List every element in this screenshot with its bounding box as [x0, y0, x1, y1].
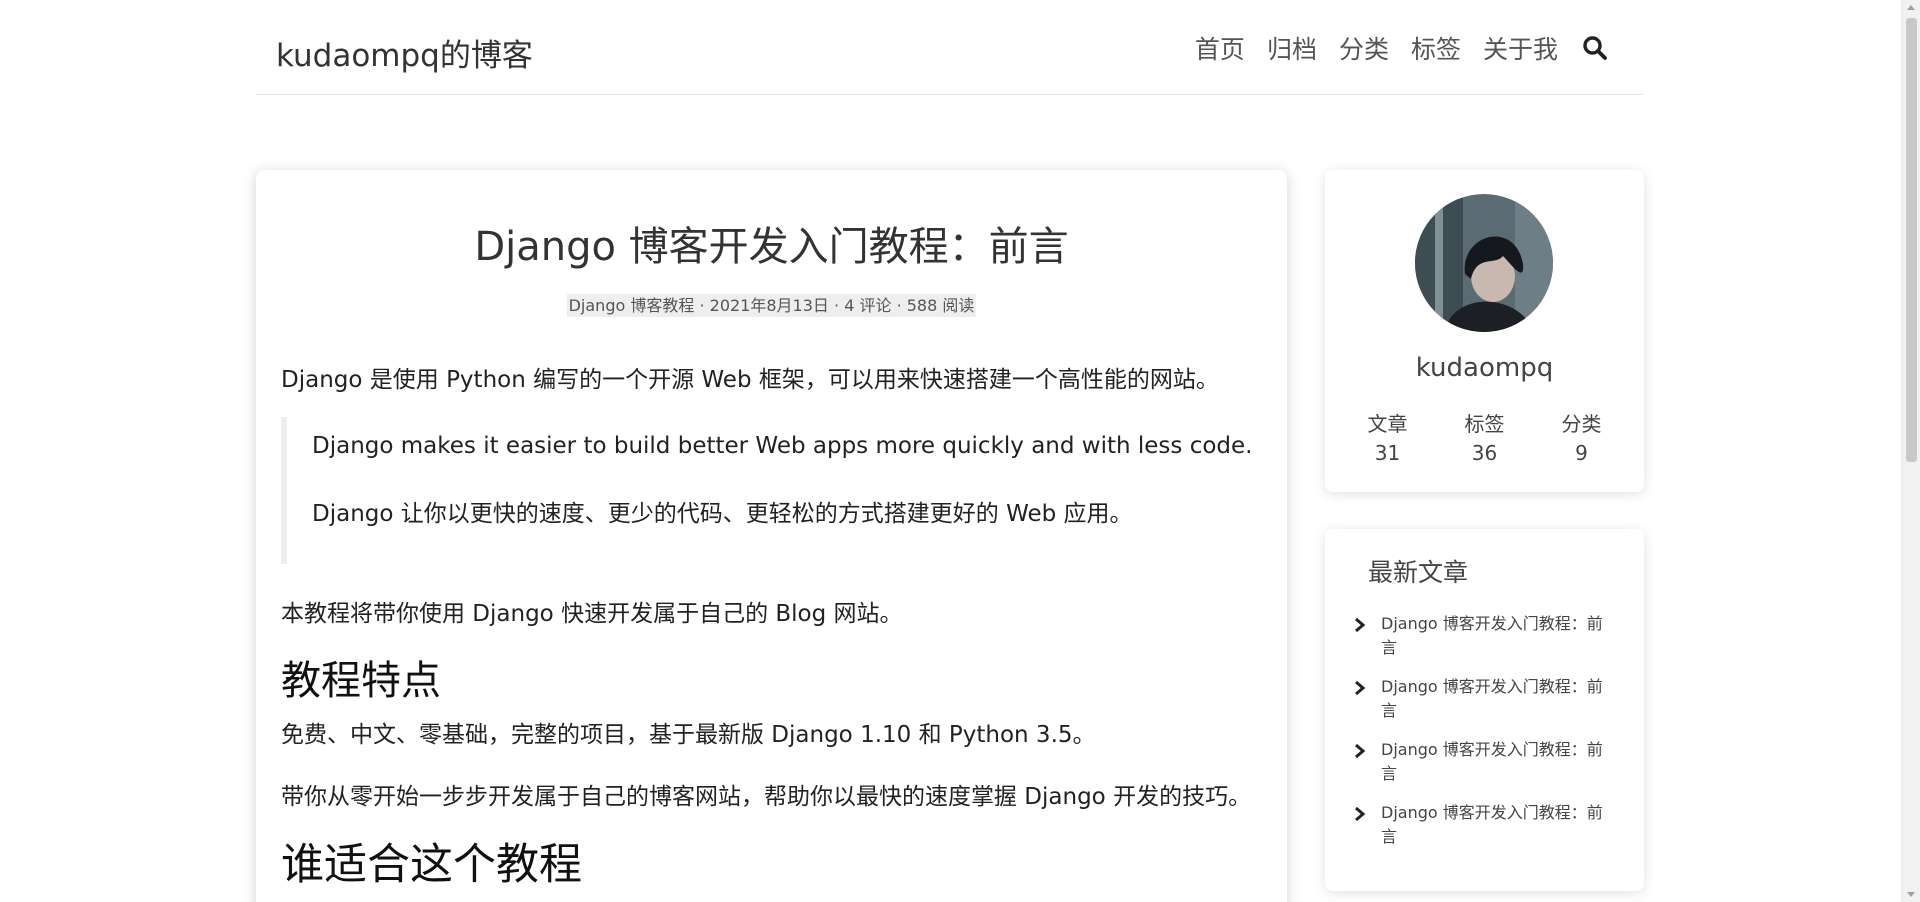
scroll-up-arrow-icon[interactable] — [1907, 5, 1915, 10]
stat-categories[interactable]: 分类 9 — [1542, 408, 1622, 465]
quote-chinese: Django 让你以更快的速度、更少的代码、更轻松的方式搭建更好的 Web 应用… — [312, 501, 1133, 527]
meta-separator: · — [834, 296, 840, 315]
nav-categories[interactable]: 分类 — [1339, 30, 1389, 66]
article-card: Django 博客开发入门教程：前言 Django 博客教程 · 2021年8月… — [256, 170, 1287, 902]
stat-value: 31 — [1374, 441, 1401, 465]
article-meta: Django 博客教程 · 2021年8月13日 · 4 评论 · 588 阅读 — [256, 292, 1287, 317]
chevron-right-icon — [1355, 680, 1366, 696]
site-header: kudaompq的博客 首页 归档 分类 标签 关于我 — [256, 0, 1644, 95]
heading-audience: 谁适合这个教程 — [281, 840, 582, 890]
nav-about[interactable]: 关于我 — [1483, 30, 1558, 66]
nav-tags[interactable]: 标签 — [1411, 30, 1461, 66]
article-intro: Django 是使用 Python 编写的一个开源 Web 框架，可以用来快速搭… — [281, 367, 1219, 393]
heading-features: 教程特点 — [281, 658, 441, 704]
stat-value: 9 — [1575, 441, 1588, 465]
meta-separator: · — [896, 296, 902, 315]
stat-label: 标签 — [1464, 412, 1505, 436]
meta-category-link[interactable]: Django 博客教程 — [569, 296, 695, 315]
main-nav: 首页 归档 分类 标签 关于我 — [1173, 30, 1608, 66]
nav-home[interactable]: 首页 — [1195, 30, 1245, 66]
scroll-down-arrow-icon[interactable] — [1907, 892, 1915, 897]
search-icon[interactable] — [1582, 35, 1608, 61]
nav-archive[interactable]: 归档 — [1267, 30, 1317, 66]
stat-label: 文章 — [1367, 412, 1408, 436]
profile-name: kudaompq — [1415, 353, 1554, 383]
article-paragraph: 带你从零开始一步步开发属于自己的博客网站，帮助你以最快的速度掌握 Django … — [281, 784, 1252, 810]
recent-post-link[interactable]: Django 博客开发入门教程：前言 — [1353, 801, 1623, 849]
quote-english: Django makes it easier to build better W… — [312, 433, 1253, 459]
recent-post-link[interactable]: Django 博客开发入门教程：前言 — [1353, 738, 1623, 786]
recent-posts-card: 最新文章 Django 博客开发入门教程：前言 Django 博客开发入门教程：… — [1325, 529, 1644, 891]
stat-articles[interactable]: 文章 31 — [1348, 408, 1428, 465]
meta-date: 2021年8月13日 — [709, 296, 829, 315]
profile-card: kudaompq 文章 31 标签 36 分类 9 — [1325, 170, 1644, 492]
page: kudaompq的博客 首页 归档 分类 标签 关于我 Django 博客开发入… — [0, 0, 1920, 902]
stat-tags[interactable]: 标签 36 — [1445, 408, 1525, 465]
site-title-link[interactable]: kudaompq的博客 — [276, 30, 533, 75]
meta-separator: · — [699, 296, 705, 315]
recent-posts-title: 最新文章 — [1368, 558, 1469, 587]
recent-post-title: Django 博客开发入门教程：前言 — [1381, 614, 1603, 657]
chevron-right-icon — [1355, 743, 1366, 759]
profile-stats: 文章 31 标签 36 分类 9 — [1325, 408, 1644, 465]
recent-post-link[interactable]: Django 博客开发入门教程：前言 — [1353, 612, 1623, 660]
stat-value: 36 — [1471, 441, 1498, 465]
recent-post-title: Django 博客开发入门教程：前言 — [1381, 740, 1603, 783]
meta-views: 588 阅读 — [906, 296, 975, 315]
stat-label: 分类 — [1561, 412, 1602, 436]
page-scrollbar[interactable] — [1901, 0, 1920, 902]
scrollbar-thumb[interactable] — [1906, 18, 1917, 462]
avatar[interactable] — [1415, 194, 1553, 332]
article-title: Django 博客开发入门教程：前言 — [474, 224, 1069, 270]
recent-post-title: Django 博客开发入门教程：前言 — [1381, 677, 1603, 720]
chevron-right-icon — [1355, 617, 1366, 633]
meta-comments-link[interactable]: 4 评论 — [844, 296, 891, 315]
recent-post-link[interactable]: Django 博客开发入门教程：前言 — [1353, 675, 1623, 723]
chevron-right-icon — [1355, 806, 1366, 822]
article-paragraph: 免费、中文、零基础，完整的项目，基于最新版 Django 1.10 和 Pyth… — [281, 722, 1096, 748]
recent-post-title: Django 博客开发入门教程：前言 — [1381, 803, 1603, 846]
article-paragraph: 本教程将带你使用 Django 快速开发属于自己的 Blog 网站。 — [281, 601, 903, 627]
article-blockquote: Django makes it easier to build better W… — [281, 417, 1261, 564]
